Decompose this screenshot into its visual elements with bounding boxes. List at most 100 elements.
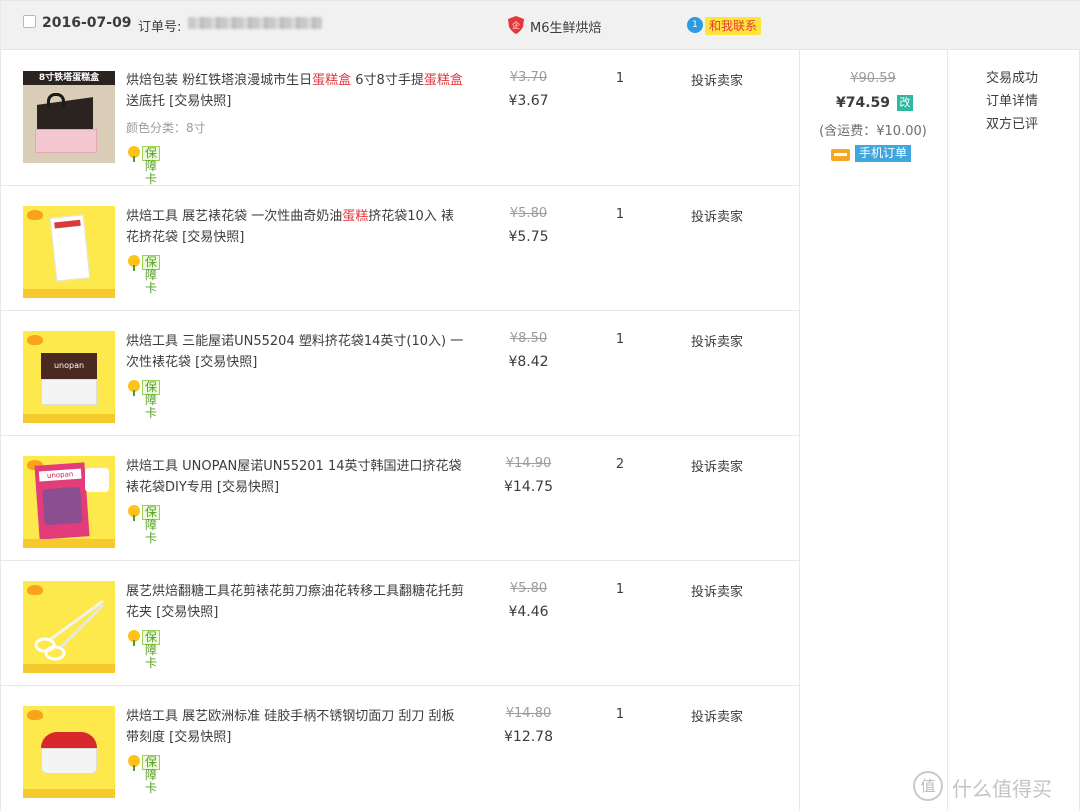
title-text: 烘焙工具 UNOPAN屋诺UN55201 14英寸韩国进口挤花袋裱花袋DIY专用… — [126, 459, 462, 495]
original-price: ¥5.80 — [509, 581, 548, 596]
order-item-row: 展艺烘焙翻糖工具花剪裱花剪刀瘵油花转移工具翻糖花托剪花夹 [交易快照] 保障卡 … — [1, 561, 799, 686]
shop-name-link[interactable]: M6生鲜烘焙 — [530, 17, 602, 36]
package-brand-label: unopan — [38, 468, 82, 482]
title-text: 烘焙包装 粉红铁塔浪漫城市生日 — [126, 73, 313, 88]
order-item-row: 8寸铁塔蛋糕盒 烘焙包装 粉红铁塔浪漫城市生日蛋糕盒 6寸8寸手提蛋糕盒 送底托… — [1, 50, 799, 186]
order-item-row: 烘焙工具 展艺裱花袋 一次性曲奇奶油蛋糕挤花袋10入 裱花挤花袋 [交易快照] … — [1, 186, 799, 311]
payment-card-icon — [831, 149, 850, 161]
product-title-link[interactable]: 烘焙包装 粉红铁塔浪漫城市生日蛋糕盒 6寸8寸手提蛋糕盒 送底托 [交易快照] — [126, 70, 466, 112]
product-thumbnail[interactable] — [23, 706, 115, 798]
title-text: 烘焙工具 展艺裱花袋 一次性曲奇奶油 — [126, 209, 343, 224]
watermark-logo-icon: 值 — [913, 771, 943, 801]
order-date: 2016-07-09 — [42, 15, 132, 31]
guarantee-flower-icon — [128, 255, 140, 271]
title-highlight: 蛋糕 — [342, 209, 369, 224]
complain-seller-link[interactable]: 投诉卖家 — [691, 70, 743, 89]
shipping-fee: (含运费：¥10.00) — [819, 124, 927, 139]
complain-seller-link[interactable]: 投诉卖家 — [691, 581, 743, 600]
review-status-link[interactable]: 双方已评 — [986, 113, 1038, 136]
column-divider — [799, 50, 800, 811]
thumbnail-caption — [23, 414, 115, 423]
title-highlight: 蛋糕盒 — [312, 73, 352, 88]
guarantee-flower-icon — [128, 146, 140, 162]
column-divider — [947, 50, 948, 811]
order-details-link[interactable]: 订单详情 — [986, 90, 1038, 113]
guarantee-flower-icon — [128, 505, 140, 521]
mobile-order-tag: 手机订单 — [855, 145, 912, 162]
original-price: ¥3.70 — [509, 70, 548, 85]
product-title-link[interactable]: 展艺烘焙翻糖工具花剪裱花剪刀瘵油花转移工具翻糖花托剪花夹 [交易快照] — [126, 581, 466, 623]
quantity: 1 — [615, 582, 625, 597]
product-title-link[interactable]: 烘焙工具 UNOPAN屋诺UN55201 14英寸韩国进口挤花袋裱花袋DIY专用… — [126, 456, 466, 498]
quantity: 1 — [615, 707, 625, 722]
quantity: 1 — [615, 332, 625, 347]
product-title-link[interactable]: 烘焙工具 三能屋诺UN55204 塑料挤花袋14英寸(10入) 一次性裱花袋 [… — [126, 331, 466, 373]
title-highlight: 蛋糕盒 — [423, 73, 463, 88]
product-thumbnail[interactable] — [23, 206, 115, 298]
complain-seller-link[interactable]: 投诉卖家 — [691, 456, 743, 475]
thumbnail-caption — [23, 289, 115, 298]
product-title-link[interactable]: 烘焙工具 展艺欧洲标准 硅胶手柄不锈钢切面刀 刮刀 刮板 带刻度 [交易快照] — [126, 706, 466, 748]
contact-seller-button[interactable]: 和我联系 — [705, 17, 762, 35]
product-thumbnail[interactable]: unopan — [23, 456, 115, 548]
complain-seller-link[interactable]: 投诉卖家 — [691, 206, 743, 225]
guarantee-label: 保障卡 — [142, 146, 161, 186]
order-paid-total: ¥74.59 — [836, 95, 891, 111]
original-price: ¥5.80 — [509, 206, 548, 221]
package-photo — [42, 486, 83, 526]
thumbnail-caption — [23, 539, 115, 548]
thumbnail-label: 8寸铁塔蛋糕盒 — [23, 71, 115, 85]
order-item-row: unopan 烘焙工具 三能屋诺UN55204 塑料挤花袋14英寸(10入) 一… — [1, 311, 799, 436]
order-number-label: 订单号: — [138, 20, 182, 35]
original-price: ¥14.80 — [505, 706, 552, 721]
bag-pack-image — [41, 379, 97, 405]
paid-price: ¥8.42 — [508, 354, 549, 370]
quantity: 1 — [615, 207, 625, 222]
guarantee-flower-icon — [128, 380, 140, 396]
piping-bag-image — [49, 214, 91, 282]
cake-box-body — [35, 129, 97, 153]
brand-logo-icon — [27, 210, 43, 220]
guarantee-label: 保障卡 — [142, 755, 161, 795]
product-variant: 颜色分类：8寸 — [126, 121, 206, 135]
title-text: 烘焙工具 展艺欧洲标准 硅胶手柄不锈钢切面刀 刮刀 刮板 带刻度 [交易快照] — [126, 709, 455, 745]
paid-price: ¥5.75 — [508, 229, 549, 245]
guarantee-label: 保障卡 — [142, 255, 161, 295]
paid-price: ¥12.78 — [504, 729, 553, 745]
product-package-image: unopan — [34, 462, 90, 540]
brand-logo-icon — [27, 585, 43, 595]
scraper-handle-image — [41, 732, 97, 748]
product-thumbnail[interactable]: 8寸铁塔蛋糕盒 — [23, 71, 115, 163]
trade-status: 交易成功 — [986, 71, 1039, 86]
order-item-row: unopan 烘焙工具 UNOPAN屋诺UN55201 14英寸韩国进口挤花袋裱… — [1, 436, 799, 561]
thumbnail-caption — [23, 664, 115, 673]
brand-logo-icon — [27, 335, 43, 345]
order-header: 2016-07-09 订单号: 企 M6生鲜烘焙 1 和我联系 — [1, 0, 1080, 50]
order-select-checkbox[interactable] — [23, 15, 36, 28]
order-item-row: 烘焙工具 展艺欧洲标准 硅胶手柄不锈钢切面刀 刮刀 刮板 带刻度 [交易快照] … — [1, 686, 799, 811]
brand-logo-icon — [27, 710, 43, 720]
product-thumbnail[interactable]: unopan — [23, 331, 115, 423]
cake-box-handle — [47, 93, 65, 107]
guarantee-label: 保障卡 — [142, 380, 161, 420]
guarantee-flower-icon — [128, 755, 140, 771]
guarantee-label: 保障卡 — [142, 505, 161, 545]
complain-seller-link[interactable]: 投诉卖家 — [691, 331, 743, 350]
paid-price: ¥3.67 — [508, 93, 549, 109]
order-original-total: ¥90.59 — [850, 71, 896, 86]
scissors-image — [34, 599, 105, 661]
price-modified-badge: 改 — [897, 95, 913, 111]
shop-shield-icon: 企 — [508, 16, 524, 34]
chat-bubble-icon[interactable]: 1 — [687, 17, 703, 33]
quantity: 1 — [615, 71, 625, 86]
product-thumbnail[interactable] — [23, 581, 115, 673]
product-title-link[interactable]: 烘焙工具 展艺裱花袋 一次性曲奇奶油蛋糕挤花袋10入 裱花挤花袋 [交易快照] — [126, 206, 466, 248]
package-sticker — [85, 468, 109, 492]
original-price: ¥14.90 — [505, 456, 552, 471]
svg-text:企: 企 — [512, 20, 520, 30]
complain-seller-link[interactable]: 投诉卖家 — [691, 706, 743, 725]
product-brand-label: unopan — [41, 353, 97, 379]
original-price: ¥8.50 — [509, 331, 548, 346]
scraper-blade-image — [41, 748, 97, 774]
order-number-redacted — [188, 17, 322, 29]
